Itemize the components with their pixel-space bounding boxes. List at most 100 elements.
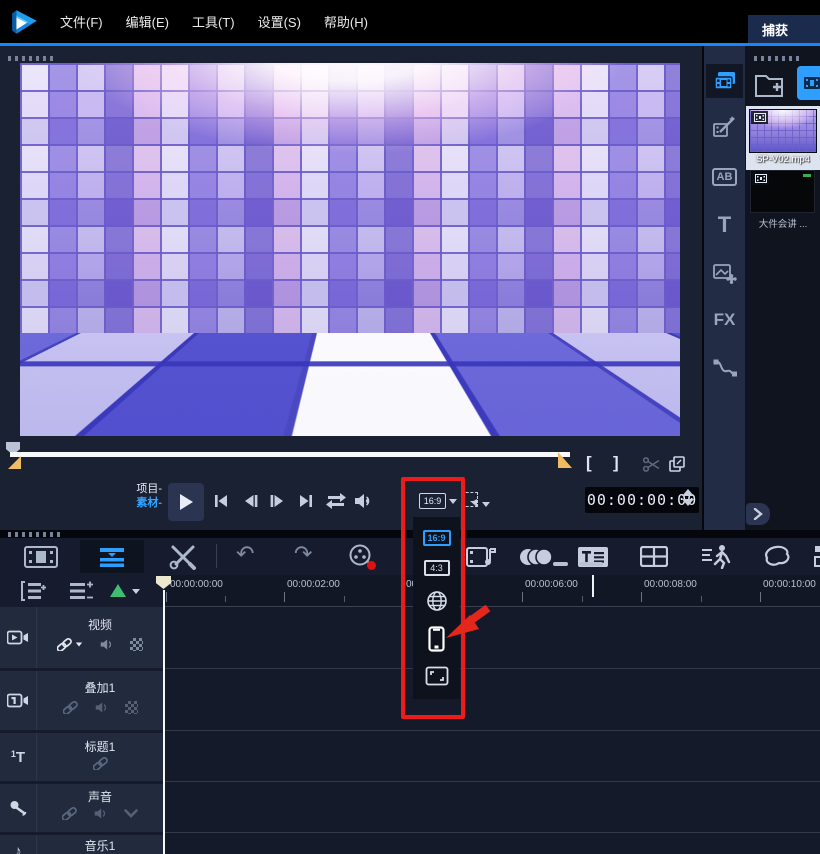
- sidebar-item-filters[interactable]: FX: [704, 310, 745, 330]
- sidebar-item-ab-transitions[interactable]: AB: [704, 168, 745, 186]
- scrubber-bar[interactable]: [10, 452, 570, 457]
- record-capture-button[interactable]: [348, 544, 376, 570]
- sidebar-item-motion-path[interactable]: [704, 358, 745, 378]
- loop-playback-button[interactable]: [324, 492, 348, 510]
- link-clips-button[interactable]: [62, 807, 77, 820]
- link-clips-button[interactable]: [92, 757, 108, 770]
- play-button[interactable]: [168, 483, 204, 521]
- go-to-end-button[interactable]: [296, 492, 316, 510]
- video-file-badge-icon: [751, 111, 768, 124]
- mute-track-button[interactable]: [99, 638, 114, 651]
- enlarge-preview-icon[interactable]: [668, 455, 687, 474]
- app-logo-icon: [12, 10, 37, 34]
- timeline-scroll-indicator[interactable]: [579, 562, 603, 566]
- media-filter-button[interactable]: [797, 66, 820, 100]
- mute-track-button[interactable]: [93, 807, 108, 820]
- track-transparency-button[interactable]: [130, 638, 143, 651]
- sidebar-item-media[interactable]: [706, 64, 743, 98]
- media-library-icon: [713, 72, 735, 90]
- video-floor-graphic: [20, 333, 680, 436]
- menu-file[interactable]: 文件(F): [60, 12, 103, 31]
- sidebar-item-transitions[interactable]: [704, 114, 745, 140]
- add-remove-track-icon: [70, 581, 93, 599]
- track-header-title[interactable]: 1T 标题1: [0, 733, 163, 781]
- mark-in-button[interactable]: [: [586, 453, 592, 473]
- title-icon: T: [717, 212, 732, 237]
- menu-edit[interactable]: 编辑(E): [126, 12, 169, 31]
- go-to-start-button[interactable]: [211, 492, 231, 510]
- previous-frame-button[interactable]: [241, 492, 261, 510]
- media-drag-handle[interactable]: [754, 56, 800, 61]
- timeline-playhead-line[interactable]: [163, 590, 165, 854]
- timeline-view-icon: [100, 547, 124, 567]
- link-clips-button[interactable]: [57, 638, 83, 651]
- selection-tool-caret-icon[interactable]: [482, 502, 490, 507]
- play-icon: [180, 494, 193, 510]
- ruler-marker: [592, 575, 594, 597]
- library-item-selected[interactable]: SP-V02.mp4: [746, 106, 820, 170]
- mark-out-button[interactable]: ]: [613, 453, 619, 473]
- timecode-spinner[interactable]: [682, 489, 694, 506]
- toolbar-divider: [216, 544, 217, 568]
- expand-panel-button[interactable]: [746, 503, 770, 525]
- timeline-view-button[interactable]: [80, 540, 144, 573]
- redo-button[interactable]: ↷: [294, 543, 312, 565]
- tools-icon: [169, 545, 196, 570]
- library-sidebar: AB T FX: [704, 46, 745, 530]
- menu-settings[interactable]: 设置(S): [258, 12, 301, 31]
- split-clip-scissors-icon[interactable]: [642, 456, 662, 473]
- music-track-icon: ♪: [0, 835, 37, 854]
- track-header-music[interactable]: ♪ 音乐1: [0, 835, 163, 854]
- chapter-marker-button[interactable]: [110, 584, 126, 597]
- video-preview[interactable]: [20, 63, 680, 436]
- menu-tools[interactable]: 工具(T): [192, 12, 235, 31]
- motion-tracking-button[interactable]: [700, 544, 732, 569]
- sidebar-item-graphics[interactable]: [704, 262, 745, 286]
- track-label: 音乐1: [84, 839, 116, 853]
- track-label: 视频: [87, 618, 112, 632]
- menu-items: 文件(F) 编辑(E) 工具(T) 设置(S) 帮助(H): [60, 0, 368, 43]
- panel-drag-handle[interactable]: [8, 56, 56, 61]
- track-transparency-button[interactable]: [124, 701, 138, 714]
- fx-icon: FX: [713, 310, 736, 329]
- undo-button[interactable]: ↶: [236, 543, 254, 565]
- library-item[interactable]: 大件会讲 ...: [750, 170, 816, 230]
- track-header-video[interactable]: 视频: [0, 607, 163, 668]
- tab-capture[interactable]: 捕获: [748, 15, 820, 43]
- track-header-overlay[interactable]: 叠加1: [0, 671, 163, 730]
- ab-icon: AB: [711, 168, 738, 186]
- track-label: 叠加1: [84, 681, 116, 695]
- mask-creator-button[interactable]: [762, 545, 792, 569]
- next-frame-button[interactable]: [267, 492, 287, 510]
- collapse-track-chevron-icon[interactable]: [124, 809, 138, 818]
- motion-tracking-icon: [702, 545, 731, 569]
- timeline-scroll-indicator[interactable]: [553, 562, 568, 566]
- track-header-voice[interactable]: 声音: [0, 784, 163, 832]
- track-manager-icon: [21, 581, 46, 601]
- graphics-icon: [712, 264, 737, 284]
- sidebar-item-titles[interactable]: T: [704, 212, 745, 238]
- transition-effects-button[interactable]: [518, 547, 554, 567]
- track-manager-button[interactable]: [20, 581, 46, 601]
- clip-mode-label[interactable]: 素材-: [118, 496, 162, 510]
- timeline-drag-handle[interactable]: [8, 532, 64, 537]
- add-remove-track-button[interactable]: [68, 581, 94, 601]
- marker-caret-icon[interactable]: [132, 589, 140, 594]
- volume-button[interactable]: [352, 492, 374, 510]
- toolbar-partial-icon[interactable]: [813, 545, 820, 567]
- ruler-label-1: 00:00:02:00: [287, 579, 340, 590]
- menu-help[interactable]: 帮助(H): [324, 12, 368, 31]
- mix-tools-button[interactable]: [168, 544, 198, 570]
- voice-track-icon: [0, 784, 37, 832]
- timecode-up-icon[interactable]: [682, 489, 694, 496]
- project-mode-label[interactable]: 项目-: [118, 482, 162, 496]
- split-screen-button[interactable]: [640, 546, 668, 567]
- sound-mixer-button[interactable]: [466, 545, 496, 569]
- storyboard-view-button[interactable]: [24, 545, 58, 569]
- link-clips-button[interactable]: [62, 701, 78, 714]
- mute-track-button[interactable]: [94, 701, 109, 714]
- video-track-icon: [0, 607, 37, 668]
- overlap-circles-icon: [520, 548, 553, 566]
- import-media-folder-icon[interactable]: [753, 70, 785, 100]
- timecode-down-icon[interactable]: [682, 499, 694, 506]
